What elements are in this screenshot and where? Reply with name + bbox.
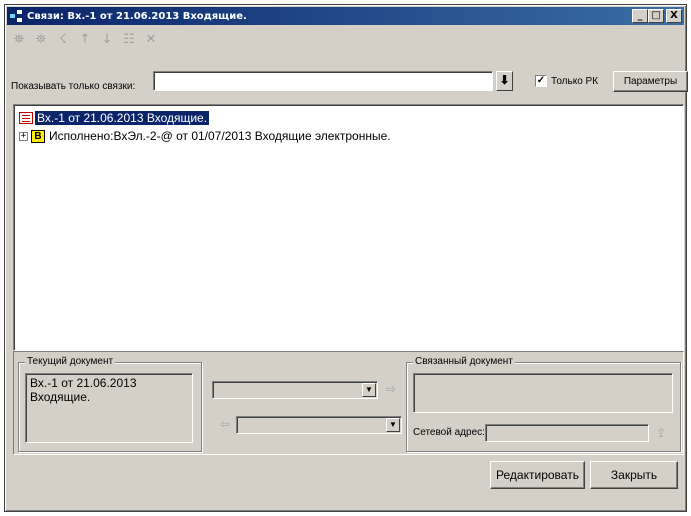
- network-address-field[interactable]: [485, 424, 649, 442]
- window-controls: _ □ X: [632, 9, 682, 23]
- backward-arrow-icon: ⇦: [220, 417, 231, 431]
- only-rk-checkbox[interactable]: ✓: [535, 75, 547, 87]
- filter-input[interactable]: [153, 71, 493, 91]
- forward-arrow-icon: ⇨: [386, 382, 397, 396]
- only-rk-option[interactable]: ✓ Только РК: [535, 75, 598, 87]
- move-down-icon[interactable]: ↓: [99, 32, 115, 48]
- edit-button[interactable]: Редактировать: [490, 461, 585, 489]
- link-icon[interactable]: ☇: [55, 32, 71, 48]
- add-child-link-icon[interactable]: ⛯: [33, 32, 49, 48]
- chevron-down-icon[interactable]: ▼: [362, 383, 376, 397]
- current-document-line1: Вх.-1 от 21.06.2013: [30, 376, 137, 390]
- forward-link-type-select[interactable]: ▼: [212, 381, 378, 399]
- current-document-line2: Входящие.: [30, 390, 91, 404]
- close-button[interactable]: Закрыть: [590, 461, 678, 489]
- details-panel: Текущий документ Вх.-1 от 21.06.2013 Вхо…: [13, 351, 684, 455]
- parameters-button[interactable]: Параметры: [613, 71, 688, 92]
- chevron-down-icon[interactable]: ▼: [386, 418, 400, 432]
- close-window-button[interactable]: X: [666, 9, 682, 23]
- add-link-icon[interactable]: ⛯: [11, 32, 27, 48]
- backward-link-type-select[interactable]: ▼: [236, 416, 402, 434]
- expand-icon[interactable]: +: [19, 131, 28, 141]
- network-address-label: Сетевой адрес:: [413, 427, 485, 438]
- filter-label: Показывать только связки:: [11, 81, 136, 92]
- minimize-button[interactable]: _: [632, 9, 648, 23]
- b-badge-icon: В: [31, 129, 45, 143]
- window-title: Связи: Вх.-1 от 21.06.2013 Входящие.: [27, 10, 247, 22]
- current-document-group: Текущий документ Вх.-1 от 21.06.2013 Вхо…: [18, 356, 202, 452]
- current-document-legend: Текущий документ: [25, 356, 116, 367]
- links-app-icon: [10, 10, 24, 22]
- tree-item-label[interactable]: Вх.-1 от 21.06.2013 Входящие.: [35, 111, 210, 125]
- links-tree[interactable]: Вх.-1 от 21.06.2013 Входящие. + В Исполн…: [13, 104, 684, 351]
- related-document-legend: Связанный документ: [413, 356, 515, 367]
- properties-icon[interactable]: ☷: [121, 32, 137, 48]
- title-bar[interactable]: Связи: Вх.-1 от 21.06.2013 Входящие. _ □…: [7, 7, 684, 25]
- delete-icon[interactable]: ✕: [143, 32, 159, 48]
- links-dialog-window: Связи: Вх.-1 от 21.06.2013 Входящие. _ □…: [4, 4, 688, 512]
- open-folder-icon[interactable]: ⇪: [653, 425, 669, 441]
- maximize-button[interactable]: □: [648, 9, 664, 23]
- tree-item-root[interactable]: Вх.-1 от 21.06.2013 Входящие.: [19, 111, 210, 125]
- document-icon: [19, 112, 33, 124]
- move-up-icon[interactable]: ↑: [77, 32, 93, 48]
- only-rk-label: Только РК: [551, 75, 599, 87]
- current-document-box: Вх.-1 от 21.06.2013 Входящие.: [25, 373, 193, 443]
- filter-row: Показывать только связки: ⬇ ✓ Только РК …: [9, 71, 688, 95]
- tree-item-child[interactable]: + В Исполнено:ВхЭл.-2-@ от 01/07/2013 Вх…: [19, 129, 391, 143]
- tree-item-label[interactable]: Исполнено:ВхЭл.-2-@ от 01/07/2013 Входящ…: [49, 129, 391, 143]
- related-document-group: Связанный документ Сетевой адрес: ⇪: [406, 356, 681, 452]
- apply-filter-button[interactable]: ⬇: [496, 71, 513, 91]
- toolbar: ⛯ ⛯ ☇ ↑ ↓ ☷ ✕: [11, 31, 159, 49]
- related-document-box: [413, 373, 673, 413]
